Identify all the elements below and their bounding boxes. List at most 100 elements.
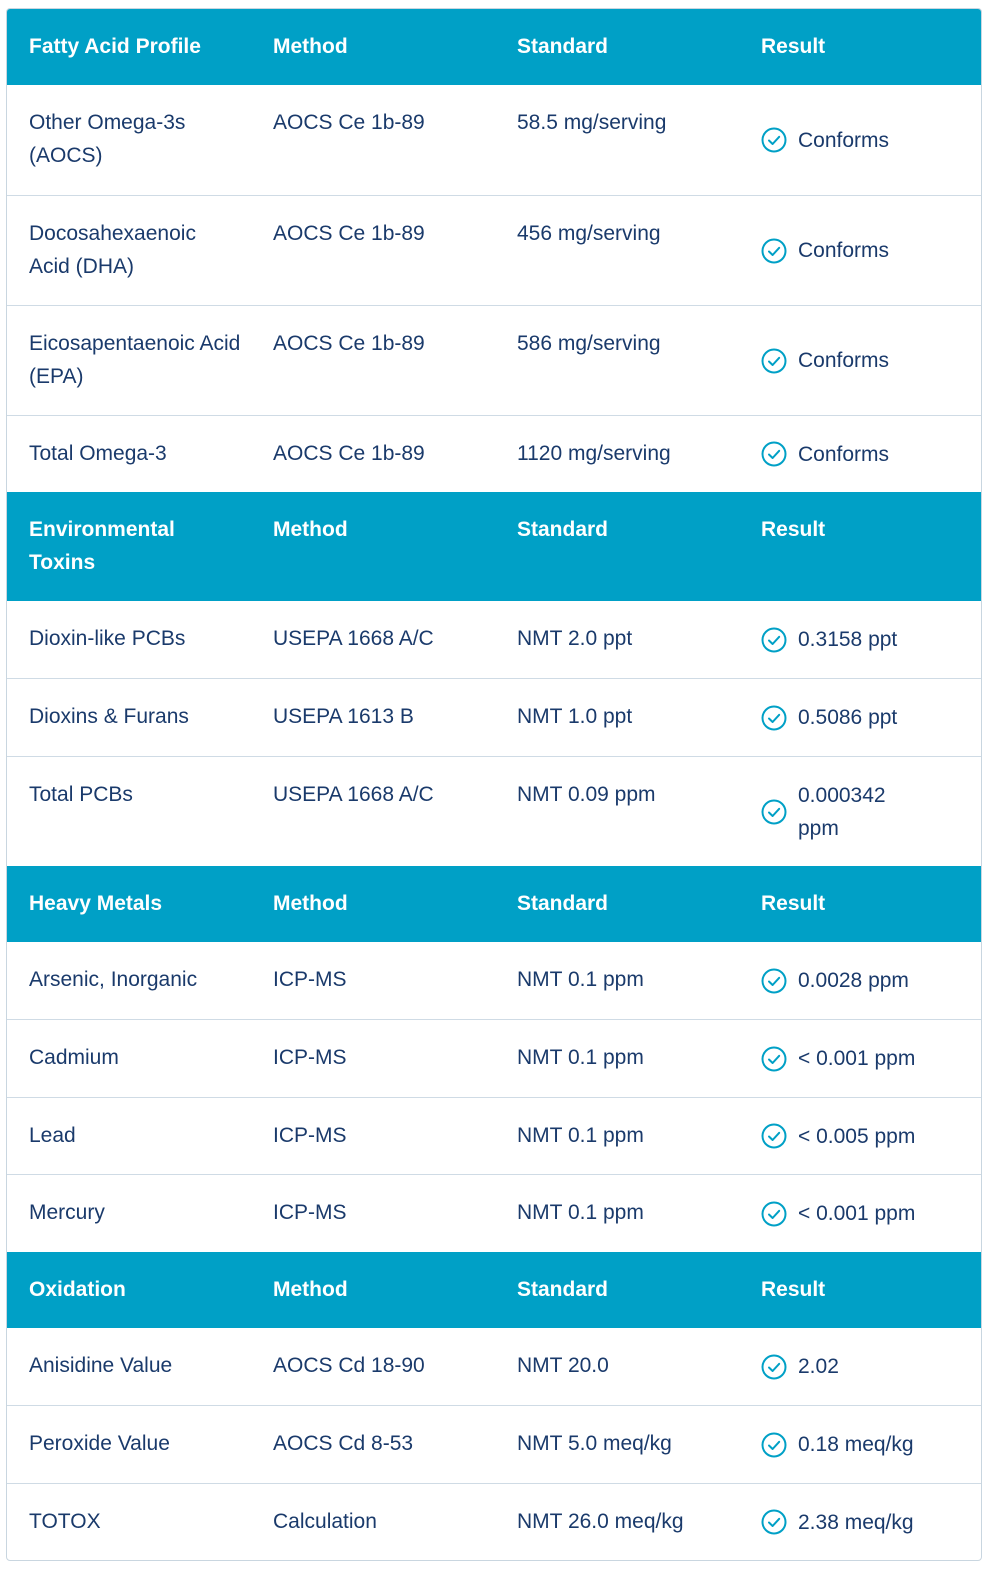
method-value: AOCS Ce 1b-89 (273, 222, 425, 245)
method-column-header: Method (273, 892, 348, 915)
table-row: Dioxins & Furans USEPA 1613 B NMT 1.0 pp… (7, 678, 981, 756)
standard-value: NMT 5.0 meq/kg (517, 1432, 672, 1455)
result-value: < 0.005 ppm (798, 1124, 916, 1148)
section-header: Environmental Toxins Method Standard Res… (7, 492, 981, 601)
result-value: 0.0028 ppm (798, 969, 909, 992)
standard-column-header: Standard (517, 1278, 609, 1301)
standard-value: NMT 26.0 meq/kg (517, 1510, 684, 1533)
result-cell: Conforms (739, 416, 981, 492)
standard-value: NMT 0.1 ppm (517, 1201, 644, 1224)
analyte-name: Total PCBs (29, 783, 133, 806)
result-cell: 2.02 (739, 1328, 981, 1405)
table-row: Cadmium ICP-MS NMT 0.1 ppm < 0.001 ppm (7, 1019, 981, 1097)
results-table: Fatty Acid Profile Method Standard Resul… (6, 8, 982, 1561)
result-cell: Conforms (739, 306, 981, 415)
check-circle-icon (761, 627, 787, 653)
result-value: 0.000342 ppm (798, 783, 886, 840)
table-row: Peroxide Value AOCS Cd 8-53 NMT 5.0 meq/… (7, 1405, 981, 1483)
result-value: 2.02 (798, 1355, 839, 1378)
standard-value: 586 mg/serving (517, 332, 661, 355)
result-column-header: Result (761, 35, 826, 58)
result-value: 0.18 meq/kg (798, 1433, 914, 1456)
result-column-header: Result (761, 518, 826, 541)
result-cell: Conforms (739, 196, 981, 305)
analyte-name: TOTOX (29, 1510, 101, 1533)
method-value: AOCS Ce 1b-89 (273, 332, 425, 355)
result-value: Conforms (798, 239, 890, 262)
check-circle-icon (761, 238, 787, 264)
method-column-header: Method (273, 518, 348, 541)
result-value: < 0.001 ppm (798, 1047, 916, 1070)
result-value: 0.5086 ppt (798, 706, 898, 729)
method-column-header: Method (273, 35, 348, 58)
method-value: AOCS Ce 1b-89 (273, 442, 425, 465)
method-value: ICP-MS (273, 1046, 347, 1069)
result-column-header: Result (761, 1278, 826, 1301)
result-cell: 0.5086 ppt (739, 679, 981, 756)
analyte-name: Peroxide Value (29, 1432, 170, 1455)
check-circle-icon (761, 1432, 787, 1458)
check-circle-icon (761, 441, 787, 467)
standard-value: NMT 0.1 ppm (517, 1124, 644, 1147)
result-cell: 0.000342 ppm (739, 757, 981, 866)
result-cell: 0.0028 ppm (739, 942, 981, 1019)
standard-column-header: Standard (517, 518, 609, 541)
method-value: USEPA 1668 A/C (273, 783, 434, 806)
check-circle-icon (761, 705, 787, 731)
check-circle-icon (761, 968, 787, 994)
standard-value: 1120 mg/serving (517, 442, 671, 465)
section-title: Oxidation (29, 1278, 126, 1301)
check-circle-icon (761, 1509, 787, 1535)
result-value: < 0.001 ppm (798, 1202, 916, 1225)
table-row: Total PCBs USEPA 1668 A/C NMT 0.09 ppm 0… (7, 756, 981, 866)
result-cell: 0.3158 ppt (739, 601, 981, 678)
standard-value: NMT 1.0 ppt (517, 705, 633, 728)
result-value: Conforms (798, 442, 890, 466)
analyte-name: Dioxin-like PCBs (29, 627, 186, 650)
check-circle-icon (761, 1354, 787, 1380)
table-row: Dioxin-like PCBs USEPA 1668 A/C NMT 2.0 … (7, 601, 981, 678)
check-circle-icon (761, 1046, 787, 1072)
check-circle-icon (761, 1123, 787, 1149)
method-value: Calculation (273, 1510, 377, 1533)
table-row: Arsenic, Inorganic ICP-MS NMT 0.1 ppm 0.… (7, 942, 981, 1019)
analyte-name: Eicosapentaenoic Acid (EPA) (29, 332, 241, 388)
result-column-header: Result (761, 892, 826, 915)
section-title: Fatty Acid Profile (29, 35, 201, 58)
method-value: ICP-MS (273, 968, 347, 991)
standard-column-header: Standard (517, 892, 609, 915)
result-value: Conforms (798, 128, 890, 152)
result-value: 2.38 meq/kg (798, 1510, 914, 1534)
table-row: Mercury ICP-MS NMT 0.1 ppm < 0.001 ppm (7, 1174, 981, 1252)
standard-value: NMT 0.1 ppm (517, 1046, 644, 1069)
table-row: Anisidine Value AOCS Cd 18-90 NMT 20.0 2… (7, 1328, 981, 1405)
standard-value: NMT 2.0 ppt (517, 627, 633, 650)
section-header: Fatty Acid Profile Method Standard Resul… (7, 9, 981, 85)
table-row: Total Omega-3 AOCS Ce 1b-89 1120 mg/serv… (7, 415, 981, 492)
analyte-name: Total Omega-3 (29, 442, 167, 465)
method-value: USEPA 1613 B (273, 705, 414, 728)
check-circle-icon (761, 799, 787, 825)
method-value: AOCS Cd 18-90 (273, 1354, 425, 1377)
method-value: ICP-MS (273, 1124, 347, 1147)
method-value: USEPA 1668 A/C (273, 627, 434, 650)
analyte-name: Other Omega-3s (AOCS) (29, 111, 186, 167)
standard-column-header: Standard (517, 35, 609, 58)
standard-value: NMT 0.09 ppm (517, 783, 656, 806)
result-cell: < 0.001 ppm (739, 1020, 981, 1097)
standard-value: 58.5 mg/serving (517, 111, 667, 134)
check-circle-icon (761, 348, 787, 374)
analyte-name: Anisidine Value (29, 1354, 173, 1377)
table-row: TOTOX Calculation NMT 26.0 meq/kg 2.38 m… (7, 1483, 981, 1560)
check-circle-icon (761, 127, 787, 153)
analyte-name: Dioxins & Furans (29, 705, 189, 728)
analyte-name: Lead (29, 1124, 76, 1147)
result-cell: Conforms (739, 85, 981, 195)
analyte-name: Docosahexaenoic Acid (DHA) (29, 222, 196, 278)
table-row: Eicosapentaenoic Acid (EPA) AOCS Ce 1b-8… (7, 305, 981, 415)
method-value: AOCS Ce 1b-89 (273, 111, 425, 134)
table-row: Docosahexaenoic Acid (DHA) AOCS Ce 1b-89… (7, 195, 981, 305)
result-cell: 2.38 meq/kg (739, 1484, 981, 1560)
analyte-name: Cadmium (29, 1046, 119, 1069)
method-value: AOCS Cd 8-53 (273, 1432, 414, 1455)
